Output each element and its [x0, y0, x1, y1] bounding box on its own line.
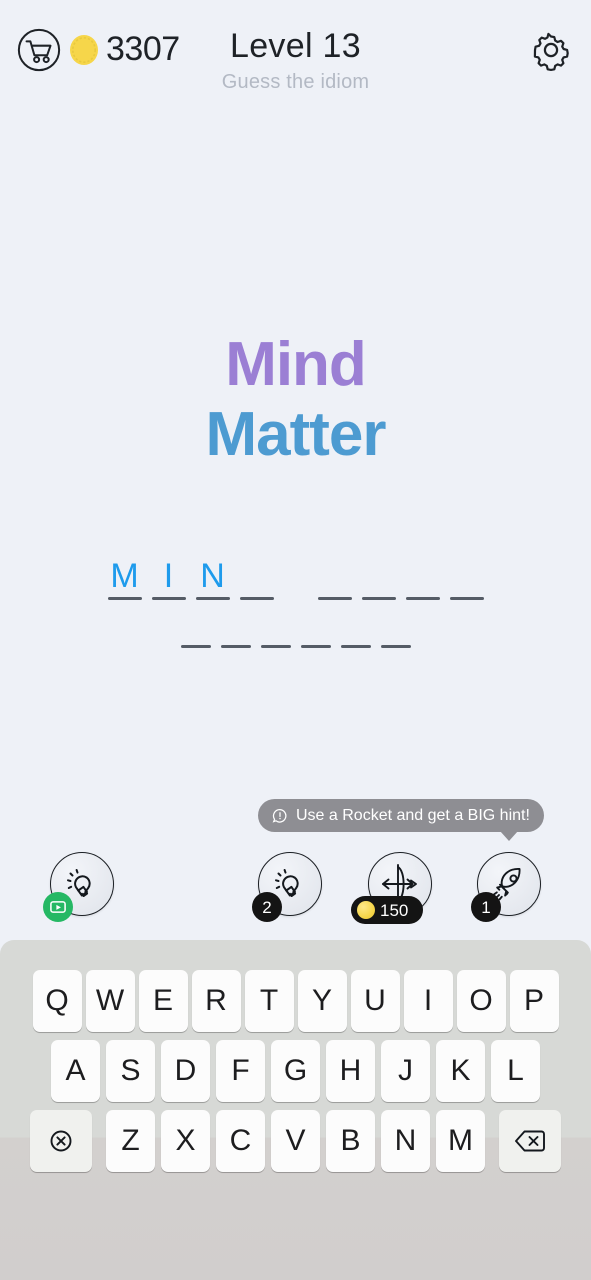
key-r[interactable]: R — [191, 970, 241, 1032]
backspace-icon[interactable] — [499, 1110, 561, 1172]
key-a[interactable]: A — [51, 1040, 100, 1102]
answer-slots: M I N — [0, 552, 591, 648]
key-b[interactable]: B — [326, 1110, 375, 1172]
coin-balance-cluster[interactable]: 3307 — [16, 27, 180, 73]
top-bar: 3307 Level 13 Guess the idiom — [0, 0, 591, 120]
shopping-cart-icon[interactable] — [16, 27, 62, 73]
key-l[interactable]: L — [491, 1040, 540, 1102]
tooltip-text: Use a Rocket and get a BIG hint! — [296, 806, 530, 824]
key-p[interactable]: P — [509, 970, 559, 1032]
exclamation-bubble-icon — [272, 808, 288, 824]
key-n[interactable]: N — [381, 1110, 430, 1172]
circle-x-icon[interactable] — [30, 1110, 92, 1172]
coin-icon — [357, 901, 375, 919]
play-video-icon[interactable] — [43, 892, 73, 922]
answer-slot[interactable] — [220, 618, 252, 648]
answer-slot[interactable] — [340, 618, 372, 648]
answer-word-2 — [180, 618, 412, 648]
hint-button-rocket[interactable]: 1 — [471, 852, 541, 922]
hint-count-badge: 1 — [471, 892, 501, 922]
answer-word-1 — [317, 552, 485, 600]
answer-slot[interactable] — [239, 552, 275, 600]
key-q[interactable]: Q — [32, 970, 82, 1032]
coin-icon — [68, 34, 100, 66]
keyboard-row-2: A S D F G H J K L — [0, 1032, 591, 1102]
answer-slot[interactable] — [361, 552, 397, 600]
answer-slot[interactable]: I — [151, 552, 187, 600]
answer-slot[interactable] — [260, 618, 292, 648]
keyboard-row-3: Z X C V B N M — [0, 1102, 591, 1172]
key-t[interactable]: T — [244, 970, 294, 1032]
hint-count-badge: 2 — [252, 892, 282, 922]
key-i[interactable]: I — [403, 970, 453, 1032]
key-z[interactable]: Z — [106, 1110, 155, 1172]
slot-letter: I — [163, 557, 174, 595]
key-d[interactable]: D — [161, 1040, 210, 1102]
key-o[interactable]: O — [456, 970, 506, 1032]
key-f[interactable]: F — [216, 1040, 265, 1102]
hint-button-bulb-count[interactable]: 2 — [252, 852, 322, 922]
key-w[interactable]: W — [85, 970, 135, 1032]
hint-price-badge: 150 — [351, 896, 423, 924]
key-s[interactable]: S — [106, 1040, 155, 1102]
answer-slot[interactable]: N — [195, 552, 231, 600]
answer-slot[interactable] — [449, 552, 485, 600]
key-u[interactable]: U — [350, 970, 400, 1032]
key-g[interactable]: G — [271, 1040, 320, 1102]
rebus-word-bottom: Matter — [205, 400, 386, 469]
answer-slot[interactable] — [380, 618, 412, 648]
answer-word-0: M I N — [107, 552, 275, 600]
coin-count: 3307 — [106, 30, 180, 68]
hint-buttons-bar: 2 150 1 — [0, 852, 591, 932]
answer-slot[interactable] — [180, 618, 212, 648]
key-v[interactable]: V — [271, 1110, 320, 1172]
onscreen-keyboard: Q W E R T Y U I O P A S D F G H J K L Z … — [0, 940, 591, 1280]
answer-slot[interactable] — [405, 552, 441, 600]
answer-slot[interactable] — [317, 552, 353, 600]
rebus-puzzle: Mind Matter — [0, 330, 591, 470]
rocket-hint-tooltip: Use a Rocket and get a BIG hint! — [258, 799, 544, 832]
gear-icon[interactable] — [529, 28, 573, 72]
slot-letter: N — [200, 557, 225, 595]
key-y[interactable]: Y — [297, 970, 347, 1032]
key-e[interactable]: E — [138, 970, 188, 1032]
hint-button-bow-arrow[interactable]: 150 — [351, 852, 432, 924]
key-j[interactable]: J — [381, 1040, 430, 1102]
key-k[interactable]: K — [436, 1040, 485, 1102]
key-x[interactable]: X — [161, 1110, 210, 1172]
answer-slot[interactable]: M — [107, 552, 143, 600]
key-m[interactable]: M — [436, 1110, 485, 1172]
hint-button-bulb-video[interactable] — [43, 852, 114, 922]
key-c[interactable]: C — [216, 1110, 265, 1172]
answer-row-2 — [0, 618, 591, 648]
answer-row-1: M I N — [0, 552, 591, 600]
key-h[interactable]: H — [326, 1040, 375, 1102]
keyboard-row-1: Q W E R T Y U I O P — [0, 940, 591, 1032]
slot-letter: M — [110, 557, 139, 595]
answer-slot[interactable] — [300, 618, 332, 648]
rebus-word-top: Mind — [225, 330, 367, 399]
hint-price-label: 150 — [380, 900, 409, 920]
tooltip-pointer — [500, 831, 518, 841]
